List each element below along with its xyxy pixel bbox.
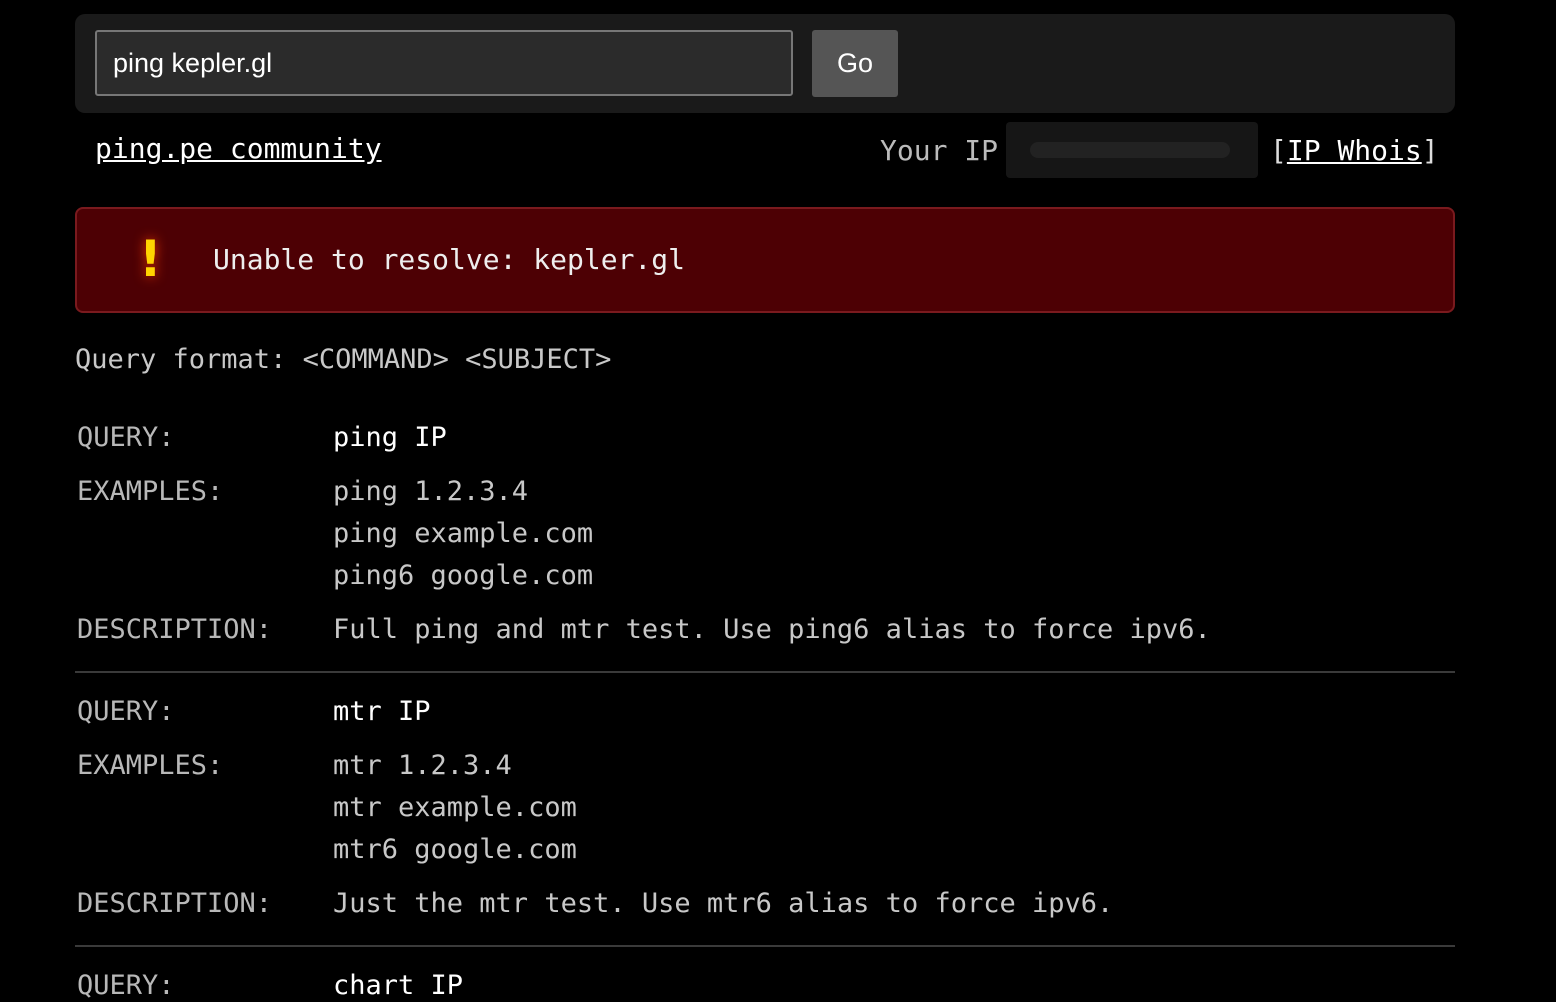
bracket-close: ] bbox=[1421, 133, 1439, 167]
error-alert: ! Unable to resolve: kepler.gl bbox=[75, 207, 1455, 313]
ip-whois-wrapper: [IP Whois] bbox=[1270, 134, 1439, 167]
example-item: ping example.com bbox=[333, 518, 594, 549]
divider bbox=[75, 945, 1455, 947]
description-label: DESCRIPTION: bbox=[77, 614, 273, 645]
query-label: QUERY: bbox=[77, 696, 175, 727]
example-item: mtr example.com bbox=[333, 792, 577, 823]
query-value: ping IP bbox=[333, 422, 447, 453]
ip-whois-link[interactable]: IP Whois bbox=[1287, 134, 1422, 167]
example-item: ping6 google.com bbox=[333, 560, 594, 591]
query-format-line: Query format: <COMMAND> <SUBJECT> bbox=[75, 344, 612, 375]
examples-label: EXAMPLES: bbox=[77, 750, 224, 781]
ip-info: Your IP [IP Whois] bbox=[880, 122, 1439, 178]
query-bar: Go bbox=[75, 14, 1455, 113]
example-item: mtr6 google.com bbox=[333, 834, 577, 865]
go-button[interactable]: Go bbox=[812, 30, 898, 97]
examples-label: EXAMPLES: bbox=[77, 476, 224, 507]
query-value: chart IP bbox=[333, 970, 464, 1001]
description-value: Just the mtr test. Use mtr6 alias to for… bbox=[333, 888, 1114, 919]
community-link[interactable]: ping.pe community bbox=[95, 132, 382, 165]
example-item: ping 1.2.3.4 bbox=[333, 476, 529, 507]
bracket-open: [ bbox=[1270, 133, 1287, 167]
warning-icon: ! bbox=[139, 230, 162, 288]
ip-value-redacted bbox=[1006, 122, 1259, 178]
description-label: DESCRIPTION: bbox=[77, 888, 273, 919]
example-item: mtr 1.2.3.4 bbox=[333, 750, 512, 781]
error-message: Unable to resolve: kepler.gl bbox=[213, 243, 686, 276]
query-label: QUERY: bbox=[77, 422, 175, 453]
query-input[interactable] bbox=[95, 30, 793, 96]
query-value: mtr IP bbox=[333, 696, 431, 727]
description-value: Full ping and mtr test. Use ping6 alias … bbox=[333, 614, 1211, 645]
your-ip-label: Your IP bbox=[880, 133, 999, 167]
query-label: QUERY: bbox=[77, 970, 175, 1001]
divider bbox=[75, 671, 1455, 673]
